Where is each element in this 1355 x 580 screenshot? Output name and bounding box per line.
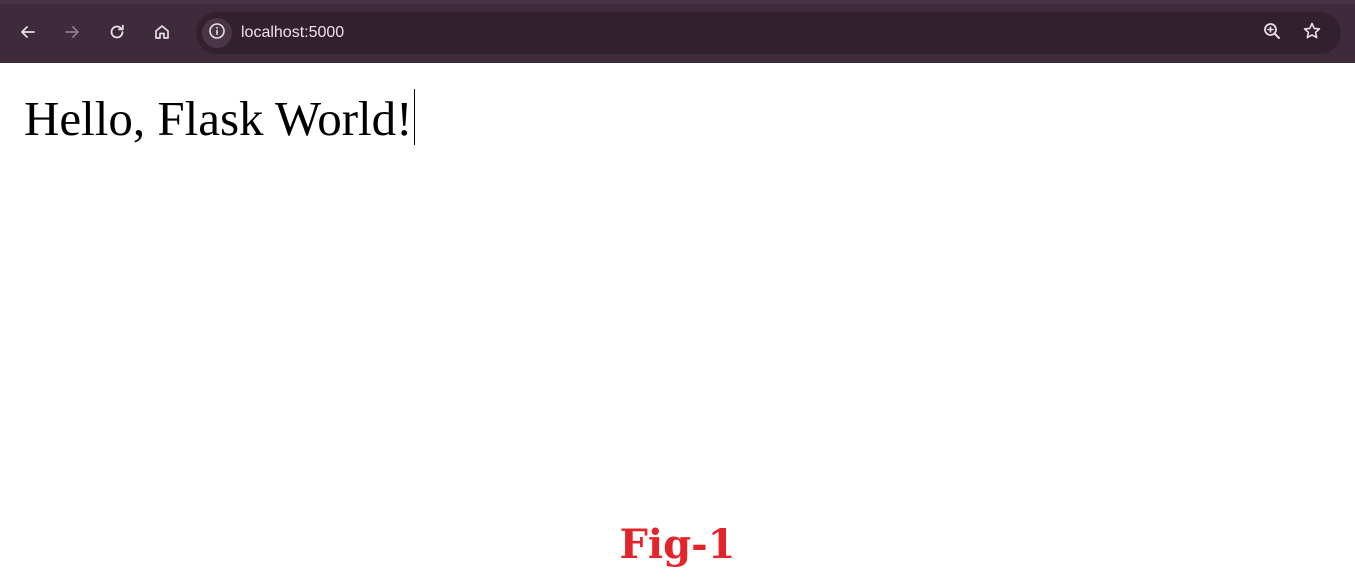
arrow-right-icon xyxy=(62,22,82,42)
bookmark-button[interactable] xyxy=(1300,21,1324,45)
text-cursor xyxy=(414,89,416,145)
page-heading-text: Hello, Flask World! xyxy=(24,91,413,146)
star-outline-icon xyxy=(1302,21,1322,46)
arrow-left-icon xyxy=(18,22,38,42)
zoom-in-icon xyxy=(1262,21,1282,46)
zoom-button[interactable] xyxy=(1260,21,1284,45)
back-button[interactable] xyxy=(14,18,42,46)
home-button[interactable] xyxy=(148,18,176,46)
reload-icon xyxy=(107,22,127,42)
info-circle-icon xyxy=(208,22,226,45)
forward-button[interactable] xyxy=(58,18,86,46)
url-text[interactable]: localhost:5000 xyxy=(241,23,344,43)
page-heading: Hello, Flask World! xyxy=(24,89,416,148)
page-content: Hello, Flask World! Fig-1 xyxy=(0,63,1355,580)
site-info-button[interactable] xyxy=(202,18,232,48)
figure-caption: Fig-1 xyxy=(619,521,736,568)
browser-toolbar: localhost:5000 xyxy=(0,0,1355,63)
home-icon xyxy=(152,22,172,42)
address-bar[interactable]: localhost:5000 xyxy=(196,12,1341,54)
reload-button[interactable] xyxy=(103,18,131,46)
